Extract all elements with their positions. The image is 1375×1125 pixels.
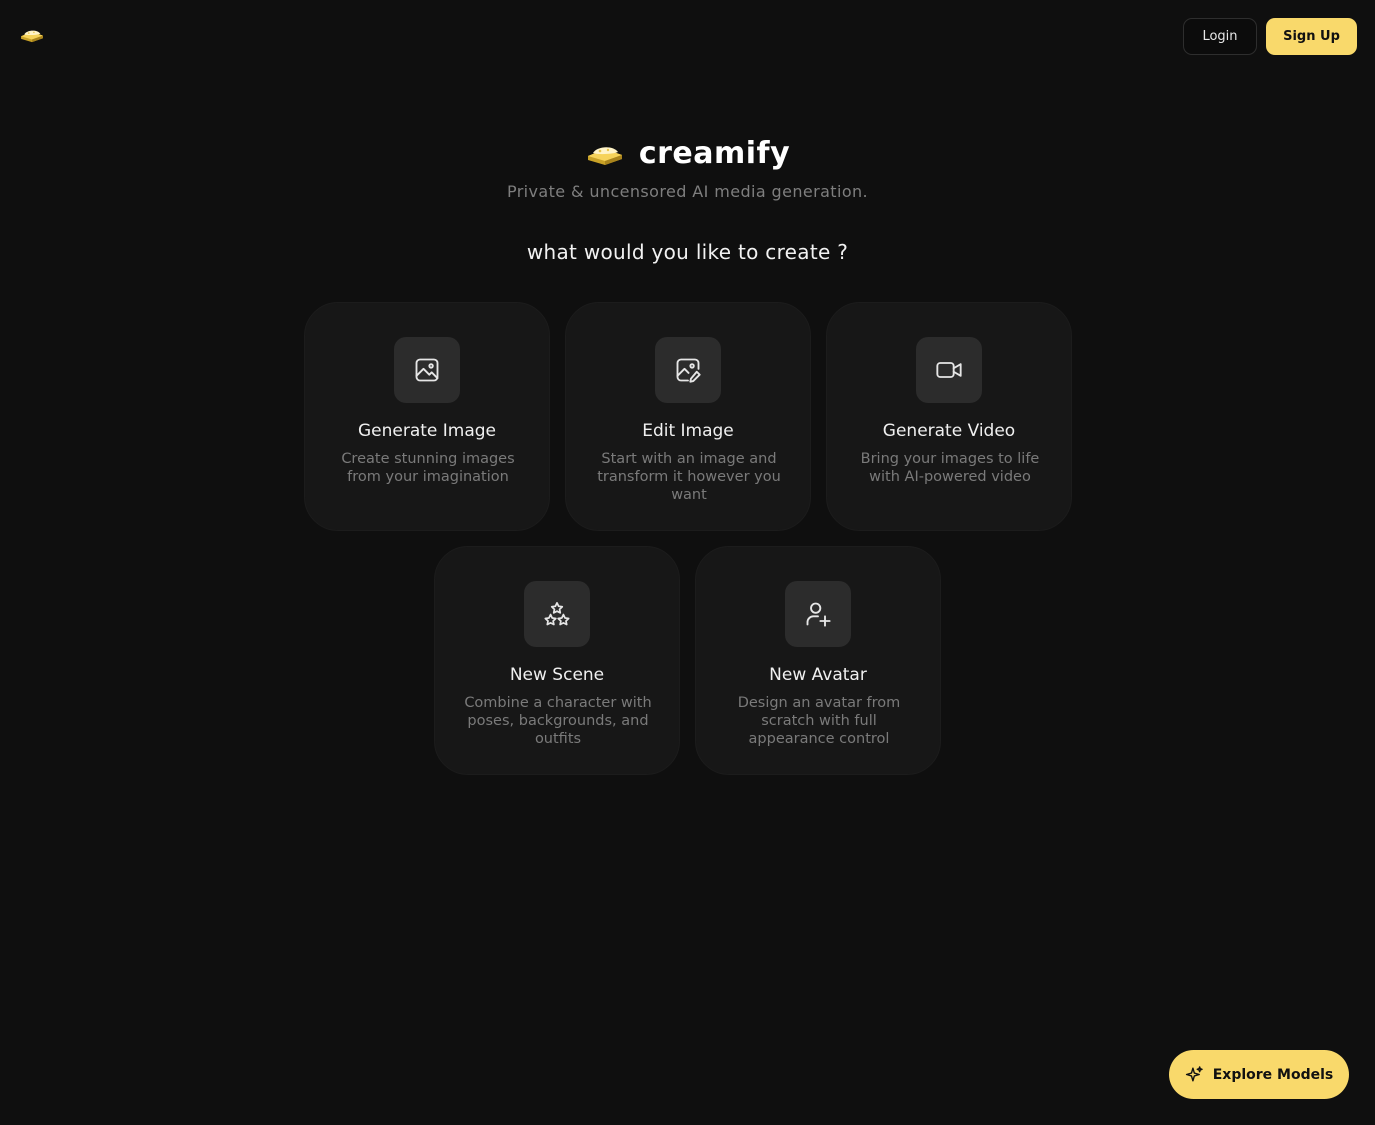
top-bar: Login Sign Up (0, 0, 1375, 72)
card-description: Bring your images to life with AI-powere… (860, 451, 1040, 485)
edit-image-card[interactable]: Edit Image Start with an image and trans… (565, 302, 811, 531)
brand-name: creamify (638, 136, 791, 171)
card-icon-tile (655, 337, 721, 403)
cream-sponge-logo-icon (587, 146, 622, 165)
card-icon-tile (785, 581, 851, 647)
stars-icon (544, 602, 570, 626)
card-title: New Avatar (769, 665, 867, 685)
sign-up-button[interactable]: Sign Up (1266, 18, 1357, 55)
card-title: Edit Image (642, 421, 734, 441)
card-description: Combine a character with poses, backgrou… (464, 695, 652, 747)
login-button[interactable]: Login (1183, 18, 1257, 55)
generate-image-card[interactable]: Generate Image Create stunning images fr… (304, 302, 550, 531)
user-plus-icon (806, 602, 831, 627)
brand-heading: creamify (0, 136, 1375, 171)
card-icon-tile (916, 337, 982, 403)
sparkles-icon (1185, 1066, 1203, 1082)
card-description: Create stunning images from your imagina… (341, 451, 515, 485)
card-icon-tile (524, 581, 590, 647)
generate-video-card[interactable]: Generate Video Bring your images to life… (826, 302, 1072, 531)
new-scene-card[interactable]: New Scene Combine a character with poses… (434, 546, 680, 775)
create-prompt: what would you like to create ? (526, 240, 849, 264)
card-icon-tile (394, 337, 460, 403)
cream-sponge-logo-icon[interactable] (19, 26, 45, 44)
card-title: New Scene (509, 665, 605, 685)
card-description: Design an avatar from scratch with full … (737, 695, 901, 747)
card-description: Start with an image and transform it how… (597, 451, 781, 503)
card-title: Generate Video (882, 421, 1016, 441)
explore-models-button[interactable]: Explore Models (1169, 1050, 1349, 1099)
explore-models-label: Explore Models (1212, 1066, 1334, 1083)
video-camera-icon (936, 362, 962, 378)
image-edit-icon (676, 358, 701, 383)
new-avatar-card[interactable]: New Avatar Design an avatar from scratch… (695, 546, 941, 775)
image-icon (415, 358, 439, 382)
tagline: Private & uncensored AI media generation… (506, 182, 869, 201)
card-title: Generate Image (357, 421, 497, 441)
